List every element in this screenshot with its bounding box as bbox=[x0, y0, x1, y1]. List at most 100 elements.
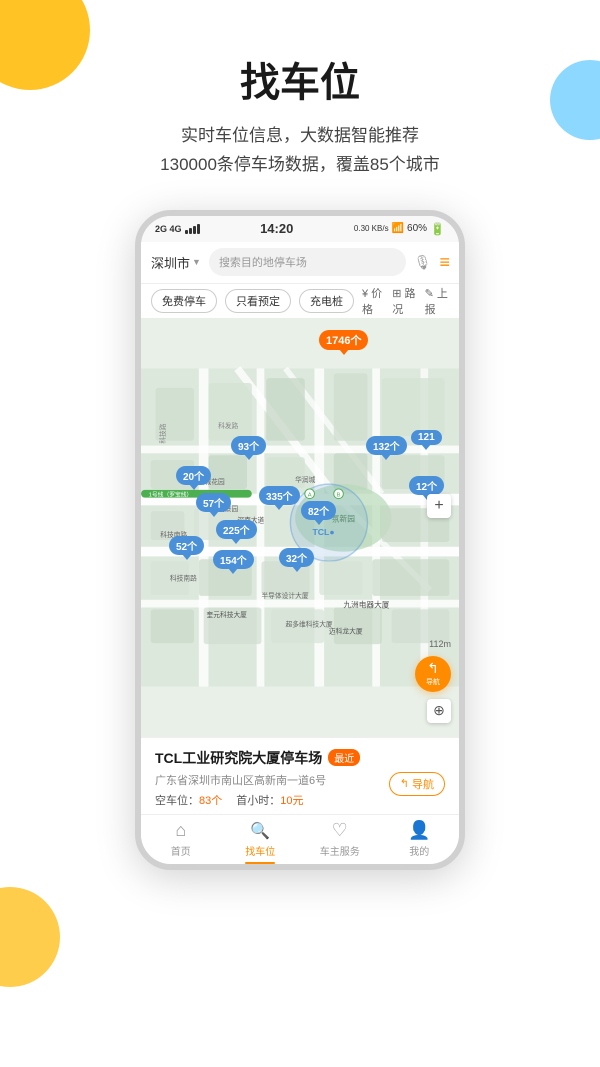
status-right: 0.30 KB/s 📶 60% 🔋 bbox=[354, 222, 445, 236]
svg-text:科发路: 科发路 bbox=[218, 421, 238, 430]
subtitle-line2: 130000条停车场数据，覆盖85个城市 bbox=[160, 155, 440, 174]
nav-item-profile[interactable]: 👤 我的 bbox=[380, 820, 460, 858]
network-label: 2G 4G bbox=[155, 224, 182, 234]
status-left: 2G 4G bbox=[155, 224, 200, 234]
parking-address: 广东省深圳市南山区高新南一道6号 bbox=[155, 772, 326, 788]
search-placeholder: 搜索目的地停车场 bbox=[219, 254, 307, 270]
info-card-title-row: TCL工业研究院大厦停车场 最近 bbox=[155, 748, 445, 768]
marker-52[interactable]: 52个 bbox=[169, 536, 204, 555]
svg-text:九洲电器大厦: 九洲电器大厦 bbox=[343, 599, 389, 609]
wifi-icon: 📶 bbox=[392, 223, 404, 234]
marker-335-label: 335个 bbox=[266, 488, 293, 503]
bottom-nav: ⌂ 首页 🔍 找车位 ♡ 车主服务 👤 我的 bbox=[141, 814, 459, 864]
nav-item-home[interactable]: ⌂ 首页 bbox=[141, 820, 221, 858]
subtitle-line1: 实时车位信息，大数据智能推荐 bbox=[181, 126, 419, 145]
status-bar: 2G 4G 14:20 0.30 KB/s 📶 60% 🔋 bbox=[141, 216, 459, 242]
distance-value: 112m bbox=[429, 639, 451, 649]
info-card-body: 广东省深圳市南山区高新南一道6号 空车位：83个 首小时：10元 ↰ 导航 bbox=[155, 772, 445, 808]
filter-free-label: 免费停车 bbox=[162, 296, 206, 308]
marker-1746[interactable]: 1746个 bbox=[319, 330, 368, 350]
nav-button-label: 导航 bbox=[412, 776, 434, 792]
marker-12[interactable]: 12个 bbox=[409, 476, 444, 495]
marker-93[interactable]: 93个 bbox=[231, 436, 266, 455]
map-area[interactable]: 氛新园 TCL● bbox=[141, 318, 459, 737]
svg-text:科技南路: 科技南路 bbox=[170, 573, 197, 582]
service-icon: ♡ bbox=[332, 820, 348, 841]
filter-chip-charge[interactable]: 充电桩 bbox=[299, 289, 354, 313]
marker-154[interactable]: 154个 bbox=[213, 550, 254, 569]
marker-12-label: 12个 bbox=[416, 478, 437, 493]
marker-20-label: 20个 bbox=[183, 468, 204, 483]
nav-profile-label: 我的 bbox=[409, 843, 429, 858]
svg-text:A: A bbox=[308, 492, 312, 498]
status-option[interactable]: ⊞ 路况 bbox=[392, 285, 416, 317]
marker-1746-label: 1746个 bbox=[326, 332, 361, 348]
nav-arrow-icon: ↰ bbox=[400, 777, 409, 790]
parking-stats: 空车位：83个 首小时：10元 bbox=[155, 792, 326, 808]
info-card-details-left: 广东省深圳市南山区高新南一道6号 空车位：83个 首小时：10元 bbox=[155, 772, 326, 808]
chevron-down-icon: ▼ bbox=[192, 257, 201, 267]
filter-reserve-label: 只看预定 bbox=[236, 296, 280, 308]
filter-chip-reserve[interactable]: 只看预定 bbox=[225, 289, 291, 313]
filter-chip-free[interactable]: 免费停车 bbox=[151, 289, 217, 313]
parking-info-card: TCL工业研究院大厦停车场 最近 广东省深圳市南山区高新南一道6号 空车位：83… bbox=[141, 737, 459, 814]
svg-text:TCL●: TCL● bbox=[313, 527, 335, 537]
page-title: 找车位 bbox=[20, 50, 580, 108]
route-navigation-button[interactable]: ↰ 导航 bbox=[415, 656, 451, 692]
bottom-nav-button[interactable]: ↰ 导航 bbox=[389, 772, 445, 796]
parking-name: TCL工业研究院大厦停车场 bbox=[155, 748, 322, 768]
spaces-value: 83个 bbox=[199, 795, 222, 807]
marker-32[interactable]: 32个 bbox=[279, 548, 314, 567]
search-bar: 深圳市 ▼ 搜索目的地停车场 🎙 ≡ bbox=[141, 242, 459, 284]
marker-82-label: 82个 bbox=[308, 503, 329, 518]
home-icon: ⌂ bbox=[175, 820, 186, 841]
marker-225[interactable]: 225个 bbox=[216, 520, 257, 539]
svg-text:B: B bbox=[337, 492, 341, 498]
mic-icon[interactable]: 🎙 bbox=[414, 254, 432, 271]
menu-icon[interactable]: ≡ bbox=[439, 252, 449, 273]
marker-20[interactable]: 20个 bbox=[176, 466, 211, 485]
zoom-in-button[interactable]: + bbox=[427, 494, 451, 518]
spaces-label: 空车位：83个 bbox=[155, 792, 222, 808]
city-selector[interactable]: 深圳市 ▼ bbox=[151, 253, 201, 272]
marker-82[interactable]: 82个 bbox=[301, 501, 336, 520]
marker-93-label: 93个 bbox=[238, 438, 259, 453]
battery-icon: 🔋 bbox=[430, 222, 445, 236]
marker-225-label: 225个 bbox=[223, 522, 250, 537]
parking-search-icon: 🔍 bbox=[250, 821, 270, 841]
price-option[interactable]: ¥ 价格 bbox=[362, 285, 384, 317]
marker-132-label: 132个 bbox=[373, 438, 400, 453]
phone-frame: 2G 4G 14:20 0.30 KB/s 📶 60% 🔋 深圳市 ▼ bbox=[135, 210, 465, 870]
city-name: 深圳市 bbox=[151, 253, 190, 272]
svg-text:半导体设计大厦: 半导体设计大厦 bbox=[261, 591, 308, 600]
filter-charge-label: 充电桩 bbox=[310, 296, 343, 308]
map-svg: 氛新园 TCL● bbox=[141, 318, 459, 737]
signal-bars bbox=[185, 224, 200, 234]
marker-121[interactable]: 121 bbox=[411, 430, 442, 445]
marker-132[interactable]: 132个 bbox=[366, 436, 407, 455]
marker-57[interactable]: 57个 bbox=[196, 493, 231, 512]
report-option[interactable]: ✎ 上报 bbox=[425, 285, 449, 317]
nav-item-service[interactable]: ♡ 车主服务 bbox=[300, 820, 380, 858]
subtitle: 实时车位信息，大数据智能推荐 130000条停车场数据，覆盖85个城市 bbox=[20, 122, 580, 180]
nav-item-parking[interactable]: 🔍 找车位 bbox=[221, 821, 301, 858]
phone-wrapper: 2G 4G 14:20 0.30 KB/s 📶 60% 🔋 深圳市 ▼ bbox=[0, 210, 600, 870]
search-input[interactable]: 搜索目的地停车场 bbox=[209, 248, 406, 276]
nav-home-label: 首页 bbox=[171, 843, 191, 858]
locate-button[interactable]: ⊕ bbox=[427, 699, 451, 723]
route-nav-label: 导航 bbox=[426, 677, 440, 687]
svg-text:奎元科技大厦: 奎元科技大厦 bbox=[207, 610, 248, 619]
marker-121-label: 121 bbox=[418, 432, 435, 443]
nearest-badge: 最近 bbox=[328, 749, 360, 766]
svg-text:华润城: 华润城 bbox=[295, 475, 315, 484]
active-indicator bbox=[245, 862, 275, 864]
profile-icon: 👤 bbox=[408, 820, 430, 841]
marker-52-label: 52个 bbox=[176, 538, 197, 553]
price-label: 首小时：10元 bbox=[236, 792, 303, 808]
map-options: ¥ 价格 ⊞ 路况 ✎ 上报 bbox=[362, 285, 449, 317]
clock: 14:20 bbox=[260, 221, 293, 236]
marker-335[interactable]: 335个 bbox=[259, 486, 300, 505]
battery-label: 60% bbox=[407, 223, 427, 234]
svg-text:1号线（罗宝线）: 1号线（罗宝线） bbox=[149, 490, 193, 498]
download-speed: 0.30 KB/s bbox=[354, 224, 389, 233]
